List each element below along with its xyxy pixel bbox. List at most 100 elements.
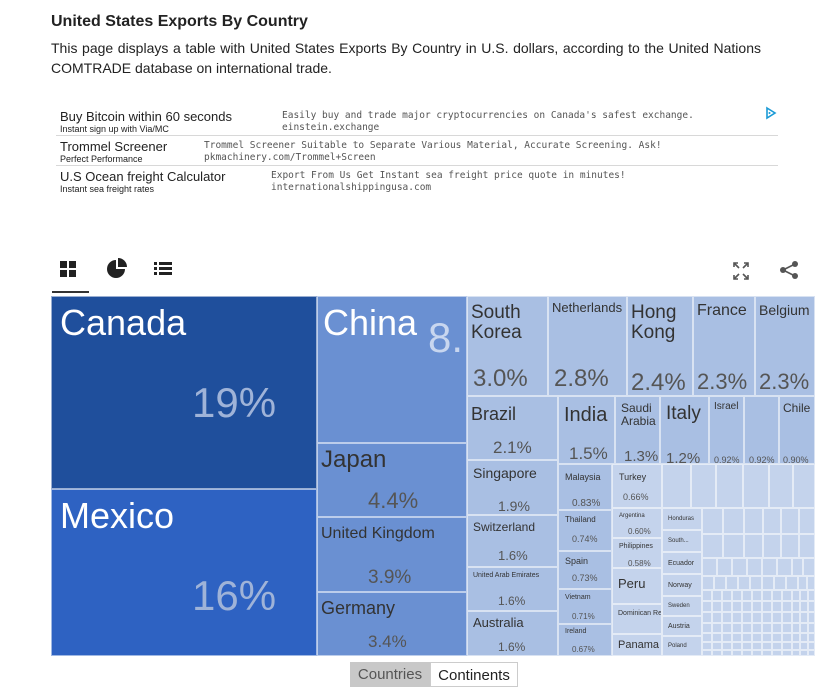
treemap-cell-small[interactable] (772, 623, 782, 633)
treemap-cell-small[interactable] (799, 534, 815, 558)
share-button[interactable] (771, 255, 807, 291)
treemap-cell-small[interactable] (726, 576, 738, 590)
ad-title[interactable]: U.S Ocean freight Calculator (60, 169, 225, 184)
treemap-cell-small[interactable] (774, 576, 786, 590)
treemap-cell-small[interactable] (742, 650, 752, 656)
treemap-cell[interactable]: Brazil 2.1% (467, 396, 558, 460)
treemap-cell-small[interactable] (752, 612, 762, 623)
treemap-cell[interactable]: Philippines 0.58% (612, 538, 662, 568)
ad-row[interactable]: U.S Ocean freight Calculator Instant sea… (56, 166, 778, 195)
treemap-cell-small[interactable] (702, 558, 717, 576)
treemap-cell[interactable]: France 2.3% (693, 296, 755, 396)
treemap-cell-small[interactable] (772, 650, 782, 656)
treemap-cell-small[interactable] (762, 590, 772, 601)
treemap-cell-small[interactable] (702, 534, 723, 558)
treemap-cell-small[interactable] (712, 612, 722, 623)
treemap-cell-small[interactable] (747, 558, 762, 576)
treemap-cell[interactable]: Poland (662, 636, 702, 656)
treemap-cell-small[interactable] (712, 633, 722, 642)
ad-row[interactable]: Trommel Screener Perfect Performance Tro… (56, 136, 778, 166)
treemap-cell-small[interactable] (763, 534, 781, 558)
treemap-cell-small[interactable] (792, 601, 800, 612)
treemap-cell-small[interactable] (712, 623, 722, 633)
ad-url[interactable]: einstein.exchange (282, 122, 379, 133)
treemap-cell-small[interactable] (732, 633, 742, 642)
treemap-cell-small[interactable] (743, 464, 769, 508)
treemap-cell-small[interactable] (712, 590, 722, 601)
treemap-cell-small[interactable] (702, 576, 714, 590)
treemap-cell-small[interactable] (762, 576, 774, 590)
treemap-cell[interactable]: Hong Kong 2.4% (627, 296, 693, 396)
treemap-cell-small[interactable] (702, 623, 712, 633)
ad-url[interactable]: internationalshippingusa.com (271, 182, 431, 193)
treemap-cell-small[interactable] (782, 623, 792, 633)
treemap-cell[interactable]: Sweden (662, 596, 702, 616)
treemap-cell[interactable]: Switzerland 1.6% (467, 515, 558, 567)
treemap-cell-small[interactable] (772, 612, 782, 623)
tab-pie[interactable] (98, 255, 134, 291)
treemap-cell-small[interactable] (772, 633, 782, 642)
treemap-cell-small[interactable] (738, 576, 750, 590)
treemap-cell[interactable]: Netherlands 2.8% (548, 296, 627, 396)
treemap-cell-small[interactable] (782, 650, 792, 656)
treemap-cell-small[interactable] (702, 601, 712, 612)
treemap-cell-small[interactable] (744, 508, 763, 534)
treemap-cell-small[interactable] (762, 623, 772, 633)
treemap-cell-small[interactable] (742, 612, 752, 623)
treemap-cell-small[interactable] (800, 642, 808, 650)
treemap-cell-small[interactable] (807, 576, 815, 590)
treemap-cell[interactable]: South... (662, 530, 702, 552)
treemap-cell-small[interactable] (782, 612, 792, 623)
treemap-cell-small[interactable] (702, 650, 712, 656)
countries-toggle[interactable]: Countries (350, 662, 430, 687)
treemap-cell-small[interactable] (742, 601, 752, 612)
treemap-cell[interactable]: Malaysia 0.83% (558, 464, 612, 510)
treemap-cell-small[interactable] (781, 508, 799, 534)
treemap-cell[interactable]: Dominican Republic (612, 604, 662, 634)
treemap-cell-small[interactable] (786, 576, 798, 590)
treemap-cell[interactable]: United Kingdom 3.9% (317, 517, 467, 592)
treemap-cell-small[interactable] (808, 642, 815, 650)
treemap-cell[interactable]: India 1.5% (558, 396, 615, 464)
treemap-cell-small[interactable] (803, 558, 815, 576)
treemap-cell-small[interactable] (762, 612, 772, 623)
treemap-cell-small[interactable] (808, 612, 815, 623)
treemap-cell[interactable]: Germany 3.4% (317, 592, 467, 656)
ad-title[interactable]: Trommel Screener (60, 139, 167, 154)
treemap-cell-small[interactable] (702, 642, 712, 650)
treemap-cell-small[interactable] (732, 558, 747, 576)
treemap-cell-small[interactable] (792, 650, 800, 656)
treemap-cell-small[interactable] (732, 601, 742, 612)
treemap-cell[interactable]: Mexico 16% (51, 489, 317, 656)
treemap-cell-small[interactable] (792, 558, 803, 576)
treemap-cell-small[interactable] (714, 576, 726, 590)
treemap-cell-small[interactable] (762, 633, 772, 642)
treemap-cell[interactable]: 0.92% (744, 396, 779, 464)
treemap-cell-small[interactable] (712, 642, 722, 650)
treemap-cell-small[interactable] (781, 534, 799, 558)
treemap-cell-small[interactable] (752, 642, 762, 650)
fullscreen-button[interactable] (723, 255, 759, 291)
treemap-cell[interactable]: Peru (612, 568, 662, 604)
treemap-cell-small[interactable] (762, 558, 777, 576)
treemap-cell[interactable]: Argentina 0.60% (612, 508, 662, 538)
treemap-cell-small[interactable] (722, 590, 732, 601)
treemap-cell-small[interactable] (772, 590, 782, 601)
treemap-cell-small[interactable] (752, 601, 762, 612)
treemap-cell[interactable]: Italy 1.2% (660, 396, 709, 464)
treemap-cell-small[interactable] (777, 558, 792, 576)
treemap-cell-small[interactable] (763, 508, 781, 534)
treemap-cell-small[interactable] (722, 612, 732, 623)
treemap-cell-small[interactable] (712, 650, 722, 656)
treemap-cell[interactable]: Canada 19% (51, 296, 317, 489)
treemap-cell[interactable]: Israel 0.92% (709, 396, 744, 464)
adchoices-icon[interactable] (764, 106, 778, 120)
treemap-cell-small[interactable] (722, 642, 732, 650)
treemap-cell[interactable]: Chile 0.90% (779, 396, 815, 464)
treemap-cell-small[interactable] (732, 623, 742, 633)
treemap-cell[interactable]: Panama (612, 634, 662, 656)
tab-treemap[interactable] (51, 255, 87, 291)
treemap-cell-small[interactable] (762, 642, 772, 650)
treemap-cell[interactable]: Singapore 1.9% (467, 460, 558, 515)
treemap-cell[interactable]: South Korea 3.0% (467, 296, 548, 396)
